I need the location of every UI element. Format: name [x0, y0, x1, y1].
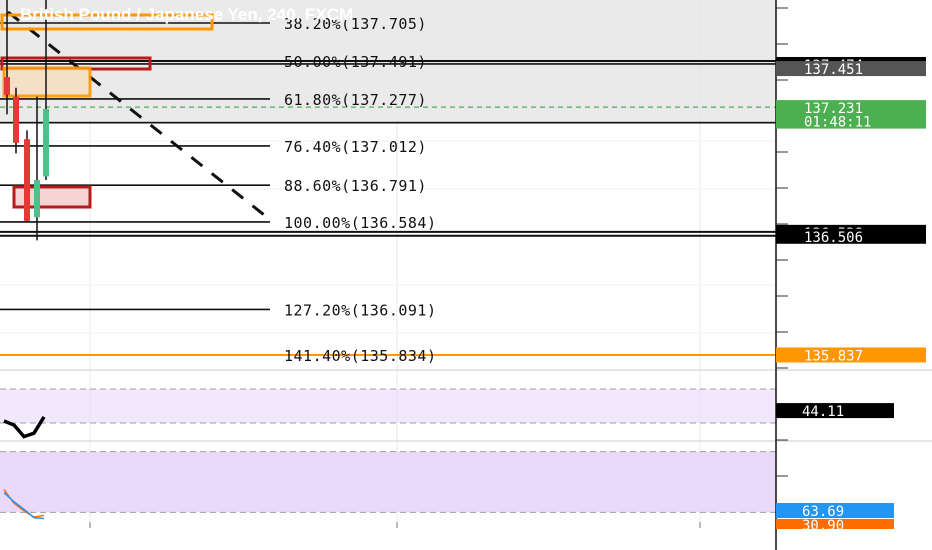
price-tag-label[interactable]: 01:48:11	[804, 115, 871, 131]
fib-label-1: 50.00%(137.491)	[284, 53, 427, 71]
candle-bull[interactable]	[34, 180, 40, 218]
chart-canvas[interactable]: 38.20%(137.705)50.00%(137.491)61.80%(137…	[0, 0, 932, 550]
fib-label-4: 88.60%(136.791)	[284, 177, 427, 195]
price-axis[interactable]: 137.474137.451137.23101:48:11136.528136.…	[775, 0, 926, 550]
price-tag-label[interactable]: 135.837	[804, 348, 863, 364]
fib-label-3: 76.40%(137.012)	[284, 138, 427, 156]
candle-bear[interactable]	[4, 77, 10, 95]
candle-bear[interactable]	[13, 96, 19, 143]
osc2-band	[0, 451, 776, 513]
candle-bull[interactable]	[43, 109, 49, 177]
chart-title: British Pound / Japanese Yen, 240, FXCM	[20, 5, 353, 24]
osc1-value-tag[interactable]: 44.11	[802, 404, 844, 420]
fib-label-2: 61.80%(137.277)	[284, 91, 427, 109]
osc1-band	[0, 389, 776, 423]
price-tag-label[interactable]: 137.451	[804, 62, 863, 78]
fib-label-7: 141.40%(135.834)	[284, 347, 437, 365]
candle-bear[interactable]	[24, 139, 30, 221]
orange-box-mid	[2, 66, 92, 98]
fib-label-6: 127.20%(136.091)	[284, 301, 437, 319]
osc2-value-tag-2[interactable]: 30.90	[802, 518, 844, 534]
price-tag-label[interactable]: 136.506	[804, 230, 863, 246]
fib-label-5: 100.00%(136.584)	[284, 214, 437, 232]
